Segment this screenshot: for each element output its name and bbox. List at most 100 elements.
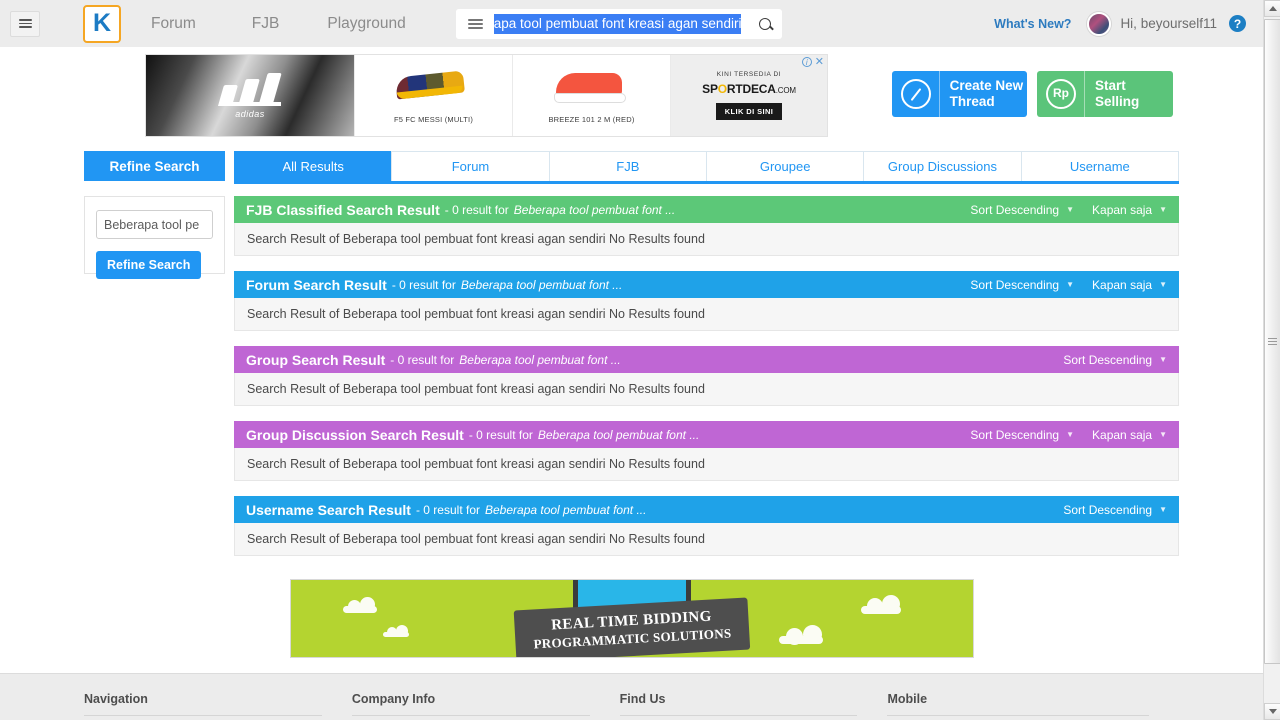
refine-search-button[interactable]: Refine Search	[96, 251, 202, 279]
scroll-up-button[interactable]	[1264, 0, 1280, 17]
action-buttons: Create New Thread Rp Start Selling	[892, 71, 1173, 117]
sort-descending-dropdown[interactable]: Sort Descending ▼	[1063, 503, 1167, 517]
site-footer: Navigation Home Forum Jual Beli Company …	[0, 673, 1263, 720]
ad-product-1[interactable]: F5 FC MESSI (MULTI)	[354, 55, 512, 136]
whats-new-link[interactable]: What's New?	[994, 17, 1071, 31]
nav-item-forum[interactable]: Forum	[151, 15, 196, 33]
ad-product-1-label: F5 FC MESSI (MULTI)	[393, 114, 474, 124]
chevron-down-icon: ▼	[1159, 205, 1167, 214]
close-icon[interactable]: ✕	[815, 57, 824, 68]
main-area: Refine Search FJB Classified Search Resu…	[84, 196, 1179, 571]
global-menu-button[interactable]	[10, 10, 40, 37]
user-greeting[interactable]: Hi, beyourself11	[1120, 16, 1217, 31]
result-count: - 0 result for	[390, 352, 455, 367]
result-title: Forum Search Result	[246, 276, 387, 293]
result-count: - 0 result for	[391, 277, 456, 292]
page-viewport: K Forum FJB Playground erapa tool pembua…	[0, 0, 1263, 720]
footer-mobile-title: Mobile	[887, 692, 1150, 716]
cloud-icon	[342, 597, 377, 613]
tab-group-discussions[interactable]: Group Discussions	[863, 151, 1021, 181]
result-header: Group Search Result - 0 result for Beber…	[234, 346, 1179, 373]
result-block-username: Username Search Result - 0 result for Be…	[234, 496, 1179, 556]
result-block-fjb: FJB Classified Search Result - 0 result …	[234, 196, 1179, 256]
cloud-icon	[860, 595, 901, 614]
chevron-down-icon: ▼	[1066, 430, 1075, 439]
store-part-rest: RTDECA	[726, 82, 776, 96]
chevron-down-icon: ▼	[1066, 280, 1075, 289]
nav-item-playground[interactable]: Playground	[327, 15, 405, 33]
ad-info-icon[interactable]: i	[801, 57, 812, 67]
tab-forum[interactable]: Forum	[391, 151, 549, 181]
ad-brand-label: adidas	[235, 109, 265, 119]
tab-fjb[interactable]: FJB	[548, 151, 706, 181]
sort-descending-dropdown[interactable]: Sort Descending ▼	[970, 428, 1074, 442]
adidas-trefoil-icon	[217, 72, 282, 106]
scrollbar-thumb[interactable]	[1264, 19, 1280, 664]
sort-descending-dropdown[interactable]: Sort Descending ▼	[1063, 353, 1167, 367]
tab-groupee[interactable]: Groupee	[705, 151, 864, 181]
chevron-down-icon: ▼	[1159, 280, 1167, 289]
ad-cta-button[interactable]: KLIK DI SINI	[715, 103, 783, 120]
search-submit-button[interactable]	[748, 9, 782, 39]
result-tabs: All Results Forum FJB Groupee Group Disc…	[234, 151, 1179, 184]
main-nav: Forum FJB Playground	[151, 15, 454, 33]
result-body: Search Result of Beberapa tool pembuat f…	[234, 373, 1179, 406]
tabs-row: Refine Search All Results Forum FJB Grou…	[84, 151, 1179, 184]
time-filter-dropdown[interactable]: Kapan saja ▼	[1092, 428, 1167, 442]
refine-search-panel: Refine Search	[84, 196, 225, 279]
search-bar: erapa tool pembuat font kreasi agan send…	[455, 8, 782, 39]
ad-store-name: SPORTDECA.COM	[702, 82, 796, 96]
running-shoe-icon	[550, 68, 634, 106]
footer-company-title: Company Info	[351, 692, 590, 716]
bottom-advertisement[interactable]: REAL TIME BIDDING PROGRAMMATIC SOLUTIONS	[289, 579, 974, 658]
search-category-button[interactable]	[455, 8, 494, 39]
footer-find-us-title: Find Us	[619, 692, 858, 716]
chevron-down-icon: ▼	[1159, 505, 1167, 514]
rupiah-icon: Rp	[1046, 79, 1076, 109]
search-input[interactable]: erapa tool pembuat font kreasi agan send…	[493, 9, 748, 39]
sort-label: Sort Descending	[970, 427, 1060, 442]
tab-username[interactable]: Username	[1020, 151, 1179, 181]
top-advertisement[interactable]: adidas F5 FC MESSI (MULTI) BREEZE 101 2 …	[145, 54, 828, 137]
result-block-group: Group Search Result - 0 result for Beber…	[234, 346, 1179, 406]
result-title: Group Discussion Search Result	[246, 426, 464, 443]
result-header: Forum Search Result - 0 result for Beber…	[234, 271, 1179, 298]
vertical-scrollbar[interactable]	[1263, 0, 1280, 720]
chevron-down-icon: ▼	[1159, 430, 1167, 439]
sort-descending-dropdown[interactable]: Sort Descending ▼	[970, 203, 1074, 217]
sort-label: Sort Descending	[970, 202, 1060, 217]
sort-label: Sort Descending	[1063, 502, 1153, 517]
time-filter-dropdown[interactable]: Kapan saja ▼	[1092, 203, 1167, 217]
ad-product-2[interactable]: BREEZE 101 2 M (RED)	[512, 55, 670, 136]
footer-column-navigation: Navigation Home Forum Jual Beli	[84, 692, 352, 720]
bottom-ad-text: REAL TIME BIDDING PROGRAMMATIC SOLUTIONS	[513, 597, 750, 657]
start-selling-button[interactable]: Rp Start Selling	[1037, 71, 1173, 117]
time-label: Kapan saja	[1092, 277, 1153, 292]
time-filter-dropdown[interactable]: Kapan saja ▼	[1092, 278, 1167, 292]
footer-navigation-title: Navigation	[84, 692, 322, 716]
hamburger-icon	[18, 17, 32, 30]
refine-search-input[interactable]	[96, 210, 213, 239]
create-new-thread-button[interactable]: Create New Thread	[892, 71, 1027, 117]
help-icon[interactable]: ?	[1229, 15, 1246, 32]
avatar[interactable]	[1087, 11, 1112, 36]
result-title: Group Search Result	[246, 351, 386, 368]
result-count: - 0 result for	[444, 202, 509, 217]
hamburger-icon	[468, 17, 484, 31]
scroll-down-button[interactable]	[1264, 703, 1280, 720]
result-body: Search Result of Beberapa tool pembuat f…	[234, 448, 1179, 481]
search-results-list: FJB Classified Search Result - 0 result …	[234, 196, 1179, 571]
refine-search-tab[interactable]: Refine Search	[84, 151, 225, 181]
result-count: - 0 result for	[415, 502, 480, 517]
ad-tagline: KINI TERSEDIA DI	[716, 71, 782, 78]
chevron-down-icon	[1268, 709, 1277, 714]
kaskus-logo[interactable]: K	[83, 4, 121, 43]
nav-item-fjb[interactable]: FJB	[252, 15, 280, 33]
result-title: Username Search Result	[246, 501, 411, 518]
result-query: Beberapa tool pembuat font ...	[485, 502, 647, 517]
result-query: Beberapa tool pembuat font ...	[460, 277, 623, 292]
result-block-forum: Forum Search Result - 0 result for Beber…	[234, 271, 1179, 331]
tab-all-results[interactable]: All Results	[234, 151, 392, 181]
ad-cta-panel: i ✕ KINI TERSEDIA DI SPORTDECA.COM KLIK …	[670, 55, 827, 136]
sort-descending-dropdown[interactable]: Sort Descending ▼	[970, 278, 1074, 292]
